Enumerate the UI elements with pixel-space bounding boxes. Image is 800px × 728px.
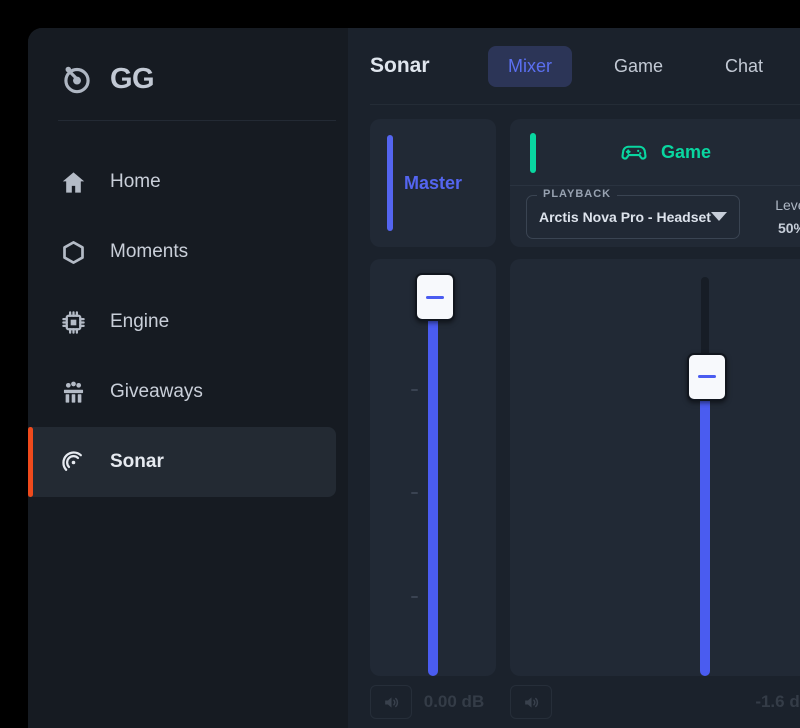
master-header: Master: [370, 119, 496, 247]
tab-bar: Mixer Game Chat M: [488, 45, 800, 87]
screen: GG Home Moments Engine Giveaways Sonar S…: [0, 0, 800, 728]
master-fader-track-active: [428, 304, 438, 676]
sidebar-item-home[interactable]: Home: [28, 147, 336, 217]
channel-strip-master: Master: [370, 119, 496, 676]
minus-handle-icon: [426, 295, 444, 299]
game-db-readout: -1.6 dB: [755, 692, 800, 711]
hexagon-icon: [58, 237, 88, 267]
master-fader-knob[interactable]: [415, 273, 455, 321]
playback-device-select[interactable]: PLAYBACK Arctis Nova Pro - Headset: [526, 187, 740, 239]
sidebar-item-sonar[interactable]: Sonar: [28, 427, 336, 497]
tab-game[interactable]: Game: [594, 46, 683, 87]
game-fader-track-inactive: [701, 277, 709, 357]
master-fader-ticks: [411, 277, 421, 676]
game-controls-row: PLAYBACK Arctis Nova Pro - Headset Level…: [510, 186, 800, 247]
game-header: Game PLAYBACK Arctis Nova Pro - Headset …: [510, 119, 800, 247]
sidebar-item-label: Giveaways: [110, 381, 203, 402]
game-footer: -1.6 dB: [510, 685, 800, 719]
top-bar: Sonar Mixer Game Chat M: [348, 28, 800, 104]
mixer-panel: Master Game PLAYBACK Arctis Nova Pro - H…: [348, 105, 800, 676]
master-fader[interactable]: [411, 273, 455, 676]
home-icon: [58, 167, 88, 197]
page-title: Sonar: [370, 54, 430, 77]
game-level: Level 50%: [754, 197, 800, 236]
sidebar-divider: [58, 120, 336, 121]
game-label: Game: [660, 141, 712, 162]
sidebar-item-label: Engine: [110, 311, 170, 332]
master-footer: 0.00 dB: [370, 685, 496, 719]
sidebar-item-label: Home: [110, 171, 161, 192]
master-mute-button[interactable]: [370, 685, 412, 719]
master-label: Master: [403, 172, 463, 193]
gamepad-icon: [619, 137, 649, 167]
minus-handle-icon: [698, 375, 716, 379]
brand: GG: [28, 38, 348, 120]
master-fader-area: [370, 259, 496, 676]
sidebar-item-engine[interactable]: Engine: [28, 287, 336, 357]
game-fader-track-active: [700, 356, 710, 676]
master-accent-bar: [387, 135, 393, 231]
steelseries-logo-icon: [58, 60, 96, 98]
brand-name: GG: [110, 62, 155, 95]
playback-legend: PLAYBACK: [537, 187, 618, 200]
content-area: Sonar Mixer Game Chat M Master: [348, 28, 800, 728]
gift-icon: [58, 377, 88, 407]
tab-mixer[interactable]: Mixer: [488, 45, 572, 87]
game-level-value: 50%: [777, 220, 800, 236]
channel-strip-game: Game PLAYBACK Arctis Nova Pro - Headset …: [510, 119, 800, 676]
game-accent-bar: [530, 133, 536, 173]
game-fader-area: [510, 259, 800, 676]
sidebar-item-moments[interactable]: Moments: [28, 217, 336, 287]
tab-chat[interactable]: Chat: [705, 46, 783, 87]
sonar-waves-icon: [58, 447, 88, 477]
master-db-readout: 0.00 dB: [423, 692, 485, 711]
mixer-footer: 0.00 dB -1.6 dB: [348, 676, 800, 728]
sidebar-item-label: Sonar: [110, 451, 164, 472]
playback-device-value: Arctis Nova Pro - Headset: [539, 208, 711, 225]
sidebar: GG Home Moments Engine Giveaways Sonar: [28, 28, 348, 728]
sidebar-nav: Home Moments Engine Giveaways Sonar: [28, 147, 348, 497]
game-mute-button[interactable]: [510, 685, 552, 719]
sidebar-item-giveaways[interactable]: Giveaways: [28, 357, 336, 427]
chevron-down-icon[interactable]: [710, 212, 727, 221]
chip-icon: [58, 307, 88, 337]
sidebar-item-label: Moments: [110, 241, 189, 262]
game-title-row: Game: [510, 119, 800, 186]
game-level-label: Level: [775, 197, 800, 213]
game-fader-knob[interactable]: [687, 352, 727, 401]
app-window: GG Home Moments Engine Giveaways Sonar S…: [28, 28, 800, 728]
game-fader[interactable]: [687, 277, 727, 676]
